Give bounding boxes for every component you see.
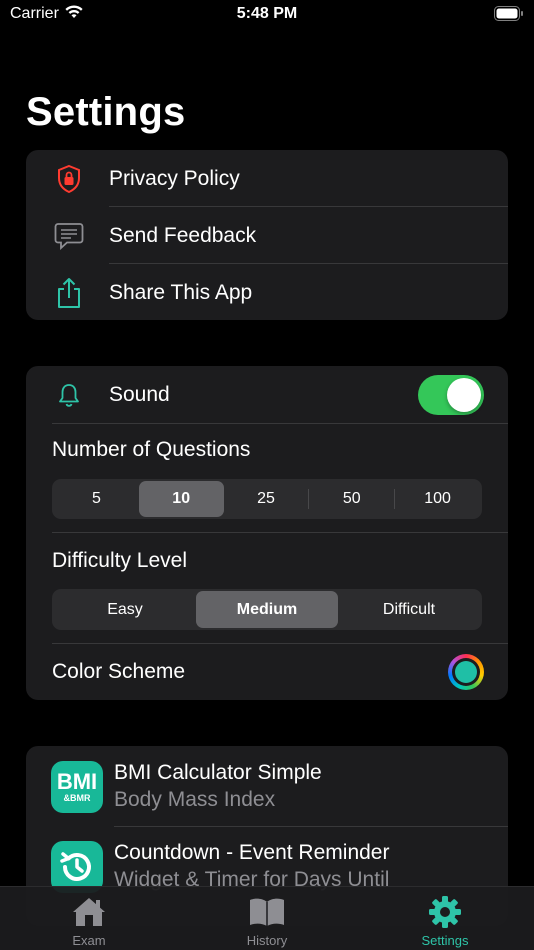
toggle-knob — [447, 378, 481, 412]
questions-label: Number of Questions — [52, 438, 251, 461]
questions-option-5[interactable]: 5 — [54, 481, 139, 517]
gear-icon — [428, 895, 462, 929]
message-icon — [53, 220, 85, 252]
tab-bar: Exam History Settings — [0, 886, 534, 950]
color-scheme-dot — [455, 661, 477, 683]
send-feedback-row[interactable]: Send Feedback — [26, 207, 508, 264]
app-title: BMI Calculator Simple — [114, 761, 322, 784]
battery-icon — [494, 6, 524, 26]
tab-label: Exam — [72, 933, 106, 948]
difficulty-option-difficult[interactable]: Difficult — [338, 591, 480, 628]
sound-label: Sound — [109, 383, 170, 406]
share-app-row[interactable]: Share This App — [26, 264, 508, 320]
app-subtitle: Body Mass Index — [114, 788, 276, 811]
color-scheme-swatch[interactable] — [448, 654, 484, 690]
tab-exam[interactable]: Exam — [0, 887, 178, 950]
shield-lock-icon — [53, 163, 85, 195]
difficulty-option-medium[interactable]: Medium — [196, 591, 338, 628]
questions-segmented-control: 5 10 25 50 100 — [52, 479, 482, 519]
status-bar: Carrier 5:48 PM — [0, 0, 534, 30]
page-title: Settings — [26, 90, 186, 134]
sound-toggle[interactable] — [418, 375, 484, 415]
status-time: 5:48 PM — [236, 5, 298, 22]
preferences-card: Sound Number of Questions 5 10 25 50 100… — [26, 366, 508, 700]
color-scheme-label: Color Scheme — [52, 660, 186, 683]
app-title: Countdown - Event Reminder — [114, 841, 390, 864]
color-scheme-row[interactable]: Color Scheme — [26, 644, 508, 700]
tab-label: Settings — [421, 933, 469, 948]
tab-label: History — [246, 933, 288, 948]
difficulty-option-easy[interactable]: Easy — [54, 591, 196, 628]
bell-icon — [53, 379, 85, 411]
tab-history[interactable]: History — [178, 887, 356, 950]
sound-row: Sound — [26, 366, 508, 424]
difficulty-segmented-control: Easy Medium Difficult — [52, 589, 482, 630]
divider — [52, 423, 508, 424]
tab-settings[interactable]: Settings — [356, 887, 534, 950]
questions-option-25[interactable]: 25 — [224, 481, 309, 517]
app-item-bmi[interactable]: BMI &BMR BMI Calculator Simple Body Mass… — [26, 746, 508, 826]
questions-option-10[interactable]: 10 — [138, 481, 224, 517]
difficulty-label: Difficulty Level — [52, 549, 188, 572]
questions-option-100[interactable]: 100 — [395, 481, 480, 517]
house-icon — [71, 895, 107, 929]
links-card: Privacy Policy Send Feedback Share This … — [26, 150, 508, 320]
share-icon — [53, 277, 85, 309]
privacy-policy-row[interactable]: Privacy Policy — [26, 150, 508, 207]
send-feedback-label: Send Feedback — [109, 223, 257, 247]
share-app-label: Share This App — [109, 280, 253, 304]
questions-option-50[interactable]: 50 — [309, 481, 394, 517]
divider — [52, 532, 508, 533]
book-icon — [248, 895, 286, 929]
bmi-app-icon: BMI &BMR — [51, 761, 103, 813]
privacy-policy-label: Privacy Policy — [109, 166, 240, 190]
